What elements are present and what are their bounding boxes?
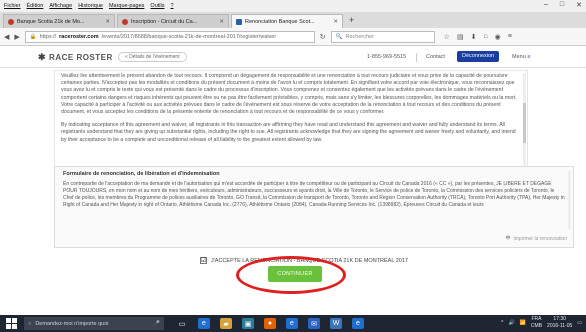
- waiver-scrollbar[interactable]: [523, 73, 526, 169]
- raceroster-icon: [236, 18, 242, 25]
- address-bar[interactable]: 🔒 https://raceroster.com/events/2017/868…: [24, 30, 315, 43]
- divider: [416, 53, 417, 62]
- logo-text: RACE ROSTER: [49, 53, 113, 62]
- menu-historique[interactable]: Historique: [78, 3, 103, 9]
- close-tab-icon[interactable]: ✕: [219, 19, 224, 25]
- firefox-icon[interactable]: ●: [264, 318, 276, 329]
- release-form-scrollbar[interactable]: [568, 171, 571, 229]
- menu-bar: Fichier Édition Affichage Historique Mar…: [0, 0, 586, 12]
- pinned-apps: ▭ e ▰ ▣ ● e ✉ W e: [176, 318, 364, 329]
- forward-arrow-icon[interactable]: ▶: [14, 33, 19, 41]
- back-to-event-button[interactable]: « Détails de l'événement: [118, 52, 187, 62]
- waiver-text-panel[interactable]: Veuillez lire attentivement le présent a…: [54, 70, 528, 170]
- search-input[interactable]: 🔍 Rechercher: [330, 30, 435, 43]
- menu-marque-pages[interactable]: Marque-pages: [109, 3, 144, 9]
- word-icon[interactable]: W: [330, 318, 342, 329]
- tray-up-arrow-icon[interactable]: ^: [501, 320, 503, 326]
- edge-icon[interactable]: e: [198, 318, 210, 329]
- nav-bar: ◀ ▶ 🔒 https://raceroster.com/events/2017…: [0, 28, 586, 46]
- waiver-paragraph-fr: Veuillez lire attentivement le présent a…: [61, 73, 517, 116]
- menu-fichier[interactable]: Fichier: [4, 3, 21, 9]
- printer-icon: 🖶: [505, 235, 511, 241]
- language-indicator[interactable]: FRA CMB: [531, 316, 542, 329]
- tab-label: Banque Scotia 21k de Mo...: [17, 18, 85, 25]
- highlight-circle-annotation: [236, 256, 346, 294]
- hamburger-menu-icon[interactable]: ≡: [508, 33, 512, 41]
- system-tray: ^ 🔊 📶 FRA CMB 17:30 2016-11-05 ▭: [501, 316, 582, 329]
- close-tab-icon[interactable]: ✕: [105, 19, 110, 25]
- release-form-box[interactable]: Formulaire de renonciation, de libératio…: [54, 166, 574, 248]
- star-icon[interactable]: ☆: [444, 33, 450, 41]
- menu-label: Menu: [512, 54, 526, 60]
- lang-code-2: CMB: [530, 322, 543, 329]
- home-icon[interactable]: ⌂: [483, 33, 487, 41]
- url-path: /events/2017/8688/banque-scotia-21k-de-m…: [101, 33, 277, 40]
- accept-checkbox[interactable]: ☑: [200, 257, 207, 264]
- waiver-paragraph-en: By indicating acceptance of this agreeme…: [61, 122, 516, 143]
- taskbar: ○ Demandez-moi n'importe quoi 🎤 ▭ e ▰ ▣ …: [0, 315, 586, 332]
- file-explorer-icon[interactable]: ▰: [220, 318, 232, 329]
- microphone-icon[interactable]: 🎤: [153, 321, 160, 327]
- download-icon[interactable]: ⬇: [471, 33, 477, 41]
- tab-label: Inscription - Circuit du Ca...: [131, 18, 198, 25]
- phone-number: 1-855-969-5515: [367, 54, 407, 60]
- clock-date: 2016-11-05: [547, 322, 573, 329]
- pocket-icon[interactable]: ◉: [495, 33, 501, 41]
- task-view-icon[interactable]: ▭: [176, 318, 188, 329]
- windows-start-icon[interactable]: [4, 317, 18, 330]
- site-header: ✱ RACE ROSTER « Détails de l'événement 1…: [0, 46, 586, 68]
- site-logo[interactable]: ✱ RACE ROSTER: [38, 52, 113, 63]
- print-label: Imprimer la renonciation: [513, 236, 567, 242]
- cortana-search-box[interactable]: ○ Demandez-moi n'importe quoi 🎤: [24, 317, 164, 330]
- menu-help[interactable]: ?: [170, 3, 173, 9]
- new-tab-button[interactable]: +: [345, 15, 358, 25]
- tab-renonciation[interactable]: Renonciation Banque Scot... ✕: [231, 14, 343, 28]
- clock[interactable]: 17:30 2016-11-05: [547, 316, 572, 329]
- contact-link[interactable]: Contact: [426, 54, 445, 60]
- cortana-circle-icon: ○: [28, 320, 32, 327]
- site-menu-button[interactable]: Menu ≡: [512, 54, 531, 60]
- window-controls: – □ ✕: [544, 1, 582, 9]
- logout-button[interactable]: Déconnexion: [457, 51, 500, 62]
- reading-list-icon[interactable]: ▤: [457, 33, 464, 41]
- url-scheme: https://: [39, 33, 57, 40]
- registration-icon: [8, 18, 14, 25]
- menu-affichage[interactable]: Affichage: [49, 3, 72, 9]
- lock-icon: 🔒: [29, 33, 37, 40]
- tab-scotia[interactable]: Banque Scotia 21k de Mo... ✕: [3, 14, 115, 28]
- toolbar-icons: ☆ ▤ ⬇ ⌂ ◉ ≡: [444, 33, 512, 41]
- lang-code: FRA: [531, 316, 542, 322]
- raceroster-star-icon: ✱: [38, 52, 47, 62]
- network-icon[interactable]: 📶: [520, 320, 526, 326]
- tab-bar: Banque Scotia 21k de Mo... ✕ Inscription…: [0, 12, 586, 28]
- notification-icon[interactable]: ▭: [577, 320, 582, 326]
- search-icon: 🔍: [335, 33, 343, 40]
- minimize-button[interactable]: –: [544, 1, 548, 9]
- mail-icon[interactable]: ✉: [308, 318, 320, 329]
- edge-icon-2[interactable]: e: [352, 318, 364, 329]
- registration-icon: [122, 18, 128, 25]
- scroll-thumb[interactable]: [523, 103, 526, 143]
- print-waiver-link[interactable]: 🖶 Imprimer la renonciation: [506, 235, 567, 243]
- back-arrow-icon[interactable]: ◀: [4, 33, 9, 41]
- release-form-title: Formulaire de renonciation, de libératio…: [63, 171, 220, 177]
- close-window-button[interactable]: ✕: [576, 1, 582, 9]
- tab-inscription[interactable]: Inscription - Circuit du Ca... ✕: [117, 14, 229, 28]
- hamburger-icon: ≡: [527, 54, 531, 60]
- search-placeholder: Rechercher: [345, 33, 374, 40]
- close-tab-icon[interactable]: ✕: [333, 19, 338, 25]
- volume-icon[interactable]: 🔊: [508, 320, 514, 326]
- url-host: raceroster.com: [59, 33, 99, 40]
- tab-label: Renonciation Banque Scot...: [245, 18, 315, 25]
- cortana-placeholder: Demandez-moi n'importe quoi: [35, 320, 109, 327]
- menu-outils[interactable]: Outils: [150, 3, 164, 9]
- menu-edition[interactable]: Édition: [27, 3, 44, 9]
- maximize-button[interactable]: □: [560, 1, 564, 9]
- ie-icon[interactable]: e: [286, 318, 298, 329]
- reload-icon[interactable]: ↻: [320, 33, 326, 41]
- release-form-text: En contrepartie de l'acceptation de ma d…: [63, 181, 565, 208]
- store-icon[interactable]: ▣: [242, 318, 254, 329]
